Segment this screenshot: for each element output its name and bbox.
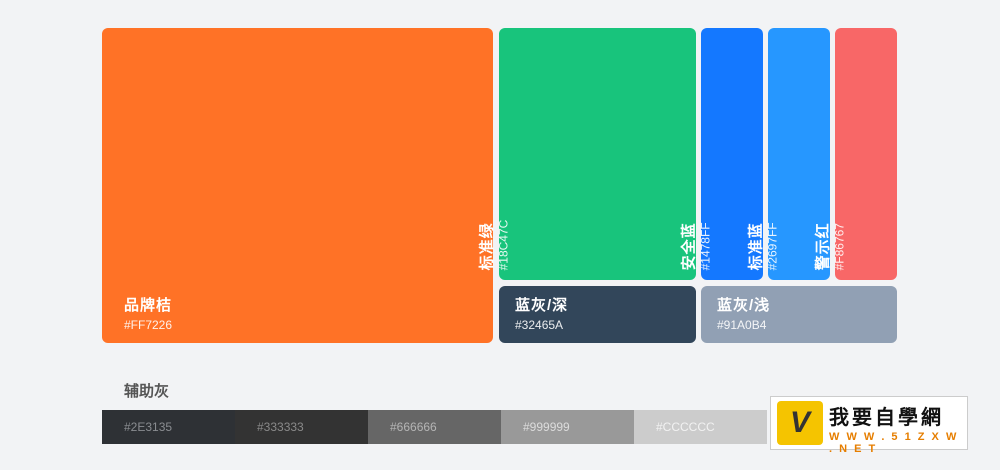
swatch-name: 标准绿 bbox=[478, 221, 496, 270]
logo-badge-letter: V bbox=[789, 406, 810, 439]
swatch-blue-gray-dark: 蓝灰/深 #32465A bbox=[499, 286, 696, 343]
swatch-hex: #32465A bbox=[515, 318, 564, 332]
gray-swatch-2e3135: #2E3135 bbox=[102, 410, 235, 444]
logo-badge-icon: V bbox=[777, 401, 823, 445]
swatch-name: 品牌桔 bbox=[124, 297, 173, 314]
swatch-hex: #91A0B4 bbox=[717, 318, 767, 332]
swatch-name: 警示红 bbox=[814, 221, 832, 270]
swatch-name: 标准蓝 bbox=[747, 221, 765, 270]
gray-swatch-999999: #999999 bbox=[501, 410, 634, 444]
swatch-vertical-label: 标准绿 #18C47C bbox=[479, 219, 511, 270]
watermark-logo: V 我要自學網 W W W . 5 1 Z X W . N E T bbox=[770, 396, 968, 455]
swatch-hex: #F86767 bbox=[832, 222, 847, 270]
swatch-brand-orange: 品牌桔 #FF7226 bbox=[102, 28, 493, 343]
swatch-vertical-label: 安全蓝 #1478FF bbox=[681, 222, 713, 270]
swatch-hex: #18C47C bbox=[496, 219, 511, 270]
swatch-blue-gray-light: 蓝灰/浅 #91A0B4 bbox=[701, 286, 897, 343]
swatch-hex: #2697FF bbox=[765, 221, 780, 270]
swatch-name: 安全蓝 bbox=[680, 221, 698, 270]
auxiliary-gray-title: 辅助灰 bbox=[124, 383, 170, 400]
swatch-hex: #1478FF bbox=[698, 221, 713, 270]
gray-swatch-333333: #333333 bbox=[235, 410, 368, 444]
swatch-warning-red: 警示红 #F86767 bbox=[815, 28, 897, 280]
gray-swatch-cccccc: #CCCCCC bbox=[634, 410, 767, 444]
gray-swatch-666666: #666666 bbox=[368, 410, 501, 444]
swatch-name: 蓝灰/深 bbox=[515, 297, 569, 314]
swatch-vertical-label: 警示红 #F86767 bbox=[815, 222, 847, 270]
swatch-vertical-label: 标准蓝 #2697FF bbox=[748, 222, 780, 270]
logo-title: 我要自學網 bbox=[829, 407, 944, 429]
swatch-standard-green: 标准绿 #18C47C bbox=[479, 28, 696, 280]
logo-url: W W W . 5 1 Z X W . N E T bbox=[829, 431, 959, 455]
swatch-name: 蓝灰/浅 bbox=[717, 297, 771, 314]
swatch-hex: #FF7226 bbox=[124, 318, 173, 332]
auxiliary-gray-row: #2E3135 #333333 #666666 #999999 #CCCCCC bbox=[102, 410, 767, 444]
